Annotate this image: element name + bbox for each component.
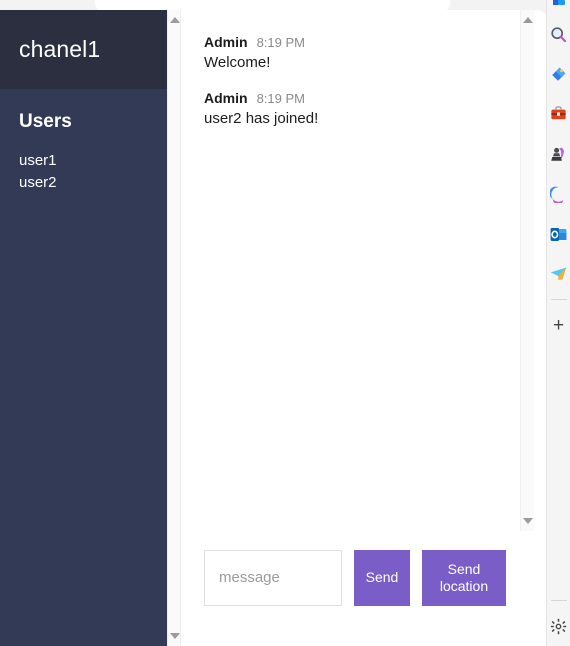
message-input[interactable]: [204, 549, 342, 606]
tools-briefcase-icon[interactable]: [547, 94, 570, 134]
list-item-user: user2: [19, 174, 57, 191]
sidebar-divider: [550, 299, 567, 300]
web-page-viewport: chanel1 Users user1 user2 Admin 8:19 PM: [0, 10, 546, 646]
send-location-button[interactable]: Send location: [422, 549, 506, 606]
sidebar-divider-bottom: [550, 600, 567, 601]
message-timestamp: 8:19 PM: [256, 91, 305, 106]
plus-icon: +: [552, 314, 565, 336]
channel-title: chanel1: [19, 36, 101, 62]
paper-plane-icon[interactable]: [547, 254, 570, 294]
message-meta: Admin 8:19 PM: [204, 34, 508, 50]
message-author: Admin: [204, 34, 248, 50]
page-scrollbar[interactable]: [167, 10, 181, 646]
microsoft-365-icon[interactable]: [547, 174, 570, 214]
message-author: Admin: [204, 90, 248, 106]
add-app-button[interactable]: +: [547, 305, 570, 345]
screen: chanel1 Users user1 user2 Admin 8:19 PM: [0, 0, 570, 646]
outlook-icon[interactable]: [547, 214, 570, 254]
send-button[interactable]: Send: [354, 549, 410, 606]
message-text: user2 has joined!: [204, 110, 319, 127]
message-meta: Admin 8:19 PM: [204, 90, 508, 106]
settings-gear-icon[interactable]: [547, 606, 570, 646]
games-icon[interactable]: [547, 134, 570, 174]
sidebar-body: Users user1 user2: [0, 89, 167, 194]
message-item: Admin 8:19 PM Welcome!: [204, 34, 508, 73]
users-heading: Users: [19, 111, 72, 132]
message-text: Welcome!: [204, 54, 271, 71]
scroll-up-arrow-icon[interactable]: [521, 13, 534, 27]
list-item-user: user1: [19, 152, 57, 169]
shopping-tag-icon[interactable]: [547, 54, 570, 94]
message-composer: Send Send location: [167, 531, 546, 646]
channel-header: chanel1: [0, 10, 167, 89]
search-icon[interactable]: [547, 14, 570, 54]
page-scroll-down-arrow-icon[interactable]: [168, 629, 182, 643]
message-item: Admin 8:19 PM user2 has joined!: [204, 90, 508, 129]
scroll-down-arrow-icon[interactable]: [521, 514, 534, 528]
message-timestamp: 8:19 PM: [256, 35, 305, 50]
chat-sidebar: chanel1 Users user1 user2: [0, 10, 167, 646]
chat-main: Admin 8:19 PM Welcome! Admin 8:19 PM use…: [167, 10, 546, 646]
browser-sidebar-top-icon[interactable]: [547, 0, 570, 14]
chat-application: chanel1 Users user1 user2 Admin 8:19 PM: [0, 10, 546, 646]
page-scroll-up-arrow-icon[interactable]: [168, 13, 182, 27]
message-list-scrollbar[interactable]: [520, 10, 534, 531]
browser-sidebar: +: [546, 0, 570, 646]
message-list: Admin 8:19 PM Welcome! Admin 8:19 PM use…: [167, 10, 534, 531]
